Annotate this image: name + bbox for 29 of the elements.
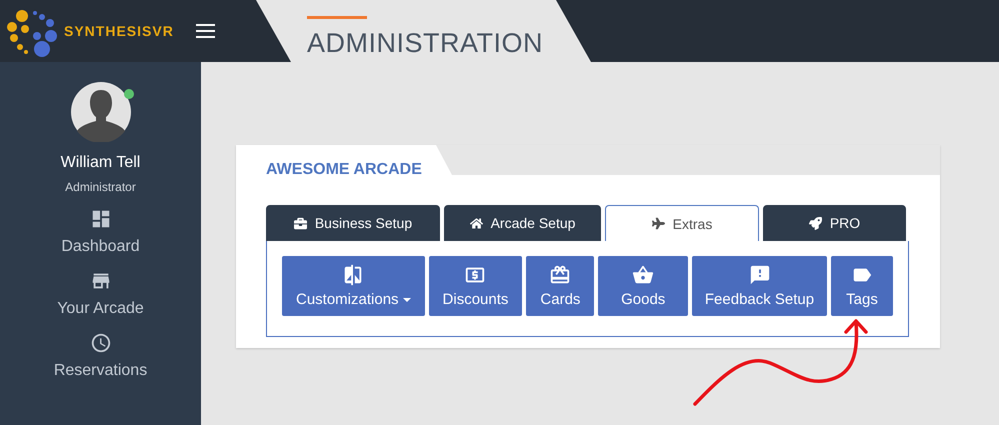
split-panel-icon xyxy=(342,264,364,286)
tab[interactable]: Extras xyxy=(605,205,759,241)
tab[interactable]: Business Setup xyxy=(266,205,440,241)
plane-icon xyxy=(652,217,665,230)
toolbar-button[interactable]: Feedback Setup xyxy=(692,256,827,316)
user-name: William Tell xyxy=(60,154,140,172)
tab[interactable]: PRO xyxy=(763,205,906,241)
toolbar-button[interactable]: Discounts xyxy=(428,256,522,316)
card-title: AWESOME ARCADE xyxy=(266,161,422,178)
user-role: Administrator xyxy=(65,180,136,194)
toolbar-button[interactable]: Goods xyxy=(598,256,688,316)
gift-card-icon xyxy=(549,264,572,286)
rocket-icon xyxy=(808,216,822,230)
page-title: ADMINISTRATION xyxy=(307,28,544,59)
avatar xyxy=(70,82,130,142)
clock-icon xyxy=(90,332,112,354)
toolbar-button[interactable]: Cards xyxy=(526,256,594,316)
basket-icon xyxy=(632,264,654,286)
briefcase-icon xyxy=(294,216,307,230)
nav-item[interactable]: Dashboard xyxy=(61,208,140,256)
toolbar-button[interactable]: Customizations xyxy=(282,256,425,316)
menu-button[interactable] xyxy=(196,24,215,38)
toolbar-button[interactable]: Tags xyxy=(831,256,893,316)
nav-item[interactable]: Your Arcade xyxy=(57,270,144,318)
feedback-icon xyxy=(748,264,770,286)
tab[interactable]: Arcade Setup xyxy=(444,205,601,241)
logo-text: SYNTHESISVR xyxy=(64,23,174,39)
home-icon xyxy=(470,216,483,230)
nav-item[interactable]: Reservations xyxy=(54,332,148,380)
